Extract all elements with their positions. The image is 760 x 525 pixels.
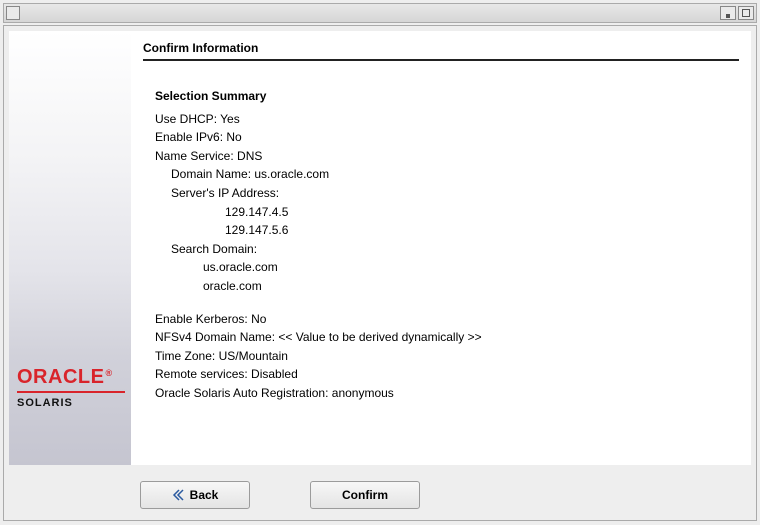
spacer xyxy=(155,296,739,310)
brand-vendor: ORACLE xyxy=(17,366,104,389)
row-use-dhcp: Use DHCP: Yes xyxy=(155,110,739,129)
summary-heading: Selection Summary xyxy=(155,87,739,106)
window-menu-icon[interactable] xyxy=(6,6,20,20)
side-panel: ORACLE ® SOLARIS xyxy=(9,31,131,465)
row-server-ip-0: 129.147.4.5 xyxy=(155,203,739,222)
back-button-label: Back xyxy=(190,488,219,502)
branding-block: ORACLE ® SOLARIS xyxy=(17,366,125,409)
row-search-domain-label: Search Domain: xyxy=(155,240,739,259)
minimize-button[interactable] xyxy=(720,6,736,20)
maximize-button[interactable] xyxy=(738,6,754,20)
dialog-body: ORACLE ® SOLARIS Confirm Information Sel… xyxy=(9,31,751,465)
row-remote-services: Remote services: Disabled xyxy=(155,365,739,384)
back-button[interactable]: Back xyxy=(140,481,250,509)
page-title: Confirm Information xyxy=(143,41,739,55)
row-enable-kerberos: Enable Kerberos: No xyxy=(155,310,739,329)
confirm-button-label: Confirm xyxy=(342,488,388,502)
row-search-domain-0: us.oracle.com xyxy=(155,258,739,277)
brand-divider xyxy=(17,391,125,393)
button-bar: Back Confirm xyxy=(140,481,420,509)
chevron-left-icon xyxy=(172,489,184,501)
brand-registered-icon: ® xyxy=(105,368,112,378)
row-name-service: Name Service: DNS xyxy=(155,147,739,166)
row-server-ip-label: Server's IP Address: xyxy=(155,184,739,203)
row-search-domain-1: oracle.com xyxy=(155,277,739,296)
row-auto-reg: Oracle Solaris Auto Registration: anonym… xyxy=(155,384,739,403)
window-titlebar xyxy=(3,3,757,23)
confirm-button[interactable]: Confirm xyxy=(310,481,420,509)
brand-product: SOLARIS xyxy=(17,397,125,409)
row-time-zone: Time Zone: US/Mountain xyxy=(155,347,739,366)
row-enable-ipv6: Enable IPv6: No xyxy=(155,128,739,147)
row-server-ip-1: 129.147.5.6 xyxy=(155,221,739,240)
row-domain-name: Domain Name: us.oracle.com xyxy=(155,165,739,184)
main-panel: Confirm Information Selection Summary Us… xyxy=(131,31,751,465)
content-area: Selection Summary Use DHCP: Yes Enable I… xyxy=(143,87,739,403)
title-divider xyxy=(143,59,739,61)
installer-window: ORACLE ® SOLARIS Confirm Information Sel… xyxy=(0,0,760,525)
row-nfsv4: NFSv4 Domain Name: << Value to be derive… xyxy=(155,328,739,347)
